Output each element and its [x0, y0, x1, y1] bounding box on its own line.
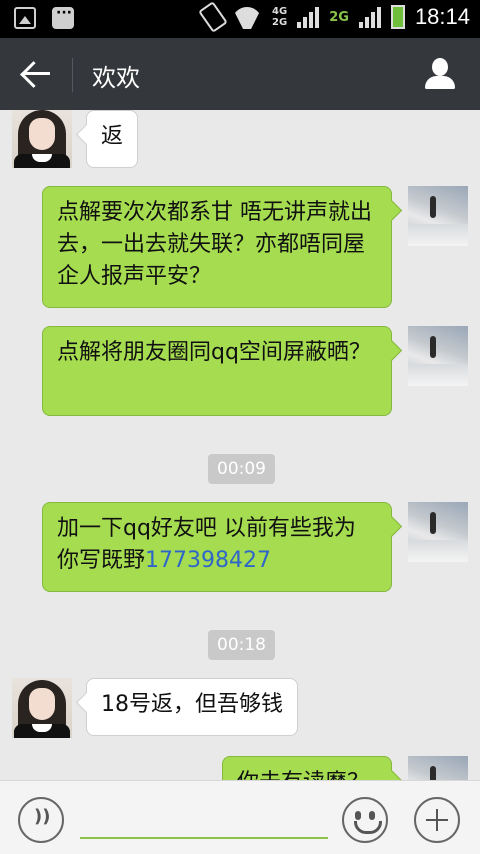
voice-icon[interactable]	[18, 797, 64, 843]
signal-icon-2	[358, 6, 381, 28]
signal-icon	[297, 6, 320, 28]
chat-icon	[52, 5, 74, 29]
battery-icon	[390, 5, 405, 29]
message-list[interactable]: 返 点解要次次都系甘 唔无讲声就出去，一出去就失联？亦都唔同屋企人报声平安？ 点…	[0, 110, 480, 780]
message-text: 点解将朋友圈同qq空间屏蔽晒？	[57, 340, 371, 365]
message-bubble-outgoing[interactable]: 点解将朋友圈同qq空间屏蔽晒？	[42, 326, 392, 416]
message-bubble-outgoing[interactable]: 你未有读麽？	[222, 756, 392, 780]
message-bubble-outgoing[interactable]: 加一下qq好友吧 以前有些我为你写既野177398427	[42, 502, 392, 592]
header-divider	[72, 58, 73, 92]
message-text: 返	[101, 124, 124, 149]
status-bar: 4G 2G 2G 18:14	[0, 0, 480, 38]
image-icon	[14, 7, 36, 29]
message-timestamp: 00:09	[208, 454, 275, 484]
message-bubble-incoming[interactable]: 返	[86, 110, 139, 168]
message-timestamp: 00:18	[208, 630, 275, 660]
phone-link[interactable]: 177398427	[145, 548, 271, 573]
wifi-icon	[232, 5, 262, 29]
clock: 18:14	[414, 4, 470, 29]
message-text: 你未有读麽？	[237, 770, 369, 780]
network-type: 4G 2G	[272, 6, 287, 28]
message-text: 18号返，但吾够钱	[101, 692, 283, 717]
my-avatar[interactable]	[408, 326, 468, 386]
network-4g-label: 4G	[272, 6, 288, 17]
rotate-icon	[198, 1, 228, 33]
message-bubble-outgoing[interactable]: 点解要次次都系甘 唔无讲声就出去，一出去就失联？亦都唔同屋企人报声平安？	[42, 186, 392, 308]
contact-avatar[interactable]	[12, 678, 72, 738]
input-bar	[0, 780, 480, 854]
contact-avatar[interactable]	[12, 110, 72, 168]
plus-icon[interactable]	[414, 797, 460, 843]
message-text: 点解要次次都系甘 唔无讲声就出去，一出去就失联？亦都唔同屋企人报声平安？	[57, 200, 372, 289]
message-input[interactable]	[80, 837, 328, 839]
profile-icon[interactable]	[424, 58, 456, 90]
back-arrow-icon[interactable]	[20, 58, 54, 90]
emoji-icon[interactable]	[342, 797, 388, 843]
my-avatar[interactable]	[408, 502, 468, 562]
my-avatar[interactable]	[408, 186, 468, 246]
network-2g-small-label: 2G	[272, 17, 288, 28]
message-bubble-incoming[interactable]: 18号返，但吾够钱	[86, 678, 298, 736]
network-2g-label: 2G	[329, 9, 349, 25]
chat-title: 欢欢	[92, 64, 140, 92]
chat-header: 欢欢	[0, 38, 480, 110]
my-avatar[interactable]	[408, 756, 468, 780]
